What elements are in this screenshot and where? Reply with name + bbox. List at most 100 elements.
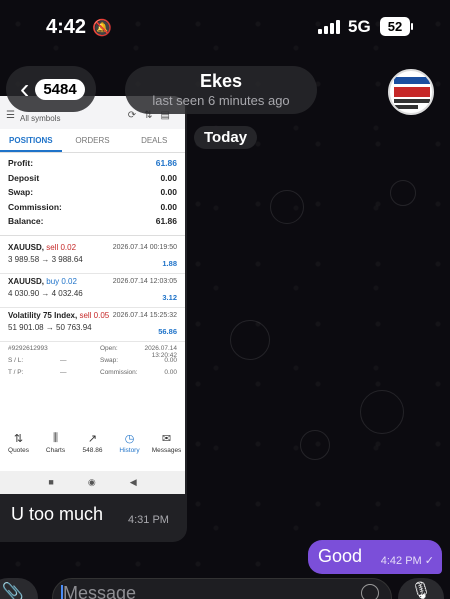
signal-icon [318,20,340,34]
status-time: 4:42 [46,16,87,38]
detail-label: S / L: [8,356,24,364]
bell-off-icon: 🔕 [92,20,112,37]
trade-symbol: XAUUSD, [8,242,45,252]
trade-screenshot-image[interactable]: ☰ All symbols ⟳⇅▤ POSITIONS ORDERS DEALS… [0,96,185,494]
trade-profit: 3.12 [162,292,177,302]
trade-row: Volatility 75 Index, sell 0.05 2026.07.1… [0,308,185,342]
trade-direction: sell 0.05 [79,310,110,320]
trade-row: XAUUSD, sell 0.02 2026.07.14 00:19:50 3 … [0,240,185,274]
sticker-icon[interactable] [361,584,379,599]
message-field[interactable] [52,578,392,599]
screenshot-bottom-nav: ⇅ Quotes ⫼ Charts ↗ 548.86 ◷ History ✉ Messag… [0,432,185,468]
battery-icon: 52 [380,17,410,36]
tab-deals: DEALS [141,136,168,145]
summary-label: Profit: [8,158,34,168]
ticket-number: #9292612993 [8,344,48,352]
back-icon: ◀ [129,477,137,487]
nav-charts: ⫼ Charts [37,432,74,468]
summary-row: Profit: 61.86 [8,158,177,173]
detail-label: Open: [100,344,118,352]
read-check-icon: ✓ [424,555,434,567]
home-icon: ◉ [87,477,96,487]
incoming-message[interactable]: ☰ All symbols ⟳⇅▤ POSITIONS ORDERS DEALS… [0,96,187,542]
summary-label: Deposit [8,172,40,183]
history-icon: ◷ [124,433,135,445]
trade-prices: 4 030.90 → 4 032.46 [8,288,83,298]
composer: 📎 🎙 [0,578,450,599]
wallpaper-doodle [360,390,404,434]
attach-button[interactable]: 📎 [0,578,38,599]
message-time: 4:31 PM [128,514,169,526]
trade-profit: 1.88 [162,258,177,268]
detail-value: 2026.07.14 13:20:42 [144,344,177,359]
detail-label: Commission: [100,368,138,376]
paperclip-icon: 📎 [1,582,25,599]
message-caption: U too much [11,504,104,524]
message-time: 4:42 PM ✓ [381,554,434,567]
summary-row: Deposit 0.00 [8,173,177,188]
summary-label: Commission: [8,201,62,212]
nav-quotes: ⇅ Quotes [0,432,37,468]
back-button[interactable]: ‹ 5484 [6,66,96,112]
detail-label: T / P: [8,368,24,376]
summary-label: Balance: [8,216,44,226]
trade-detail: #9292612993 Open: 2026.07.14 13:20:42 S / … [0,342,185,384]
account-summary: Profit: 61.86 Deposit 0.00 Swap: 0.00 Commi… [0,153,185,231]
nav-trade: ↗ 548.86 [74,432,111,468]
trade-time: 2026.07.14 00:19:50 [112,243,177,251]
system-nav-bar: ■ ◉ ◀ [0,471,185,494]
avatar[interactable] [388,69,434,115]
summary-value: 61.86 [155,216,177,226]
summary-row: Balance: 61.86 [8,216,177,231]
nav-history: ◷ History [111,432,148,468]
trade-symbol: Volatility 75 Index, [8,310,78,320]
summary-label: Swap: [8,187,34,197]
chat-title[interactable]: Ekes last seen 6 minutes ago [125,66,317,114]
charts-icon: ⫼ [52,432,59,444]
microphone-icon: 🎙 [410,581,432,599]
tab-orders: ORDERS [75,136,110,145]
detail-label: Swap: [100,356,119,364]
trade-row: XAUUSD, buy 0.02 2026.07.14 12:03:05 4 0… [0,274,185,308]
messages-icon: ✉ [161,433,172,445]
wallpaper-doodle [270,190,304,224]
outgoing-message[interactable]: Good 4:42 PM ✓ [308,540,442,574]
summary-value: 0.00 [160,187,177,197]
summary-value: 61.86 [155,158,177,168]
screenshot-tabs: POSITIONS ORDERS DEALS [0,129,185,153]
trade-direction: buy 0.02 [46,276,77,286]
message-input[interactable] [63,583,323,599]
trade-time: 2026.07.14 15:25:32 [112,311,177,319]
trade-prices: 51 901.08 → 50 763.94 [8,322,92,332]
quotes-icon: ⇅ [13,433,24,445]
unread-count-badge: 5484 [35,78,85,100]
detail-value: 0.00 [164,368,177,376]
tab-positions: POSITIONS [0,129,62,152]
wallpaper-doodle [230,320,270,360]
wallpaper-doodle [300,430,330,460]
trade-time: 2026.07.14 12:03:05 [112,277,177,285]
trade-prices: 3 989.58 → 3 988.64 [8,254,83,264]
network-type: 5G [348,17,371,36]
microphone-button[interactable]: 🎙 [398,578,444,599]
trade-icon: ↗ [87,433,98,445]
detail-value: — [60,356,67,364]
summary-row: Swap: 0.00 [8,187,177,202]
message-text: Good [318,546,363,566]
summary-value: 0.00 [160,172,177,183]
battery-tip [411,23,413,30]
detail-value: — [60,368,67,376]
detail-value: 0.00 [164,356,177,364]
date-separator: Today [194,126,258,149]
chat-name: Ekes [199,71,243,91]
square-icon: ■ [48,477,54,487]
trade-symbol: XAUUSD, [8,276,45,286]
summary-value: 0.00 [160,201,177,212]
menu-icon: ☰ [6,110,15,121]
trade-profit: 56.86 [158,326,177,336]
nav-messages: ✉ Messages [148,432,185,468]
chevron-left-icon: ‹ [20,73,30,104]
trade-direction: sell 0.02 [46,242,77,252]
symbols-label: All symbols [20,114,61,123]
last-seen: last seen 6 minutes ago [152,93,290,108]
